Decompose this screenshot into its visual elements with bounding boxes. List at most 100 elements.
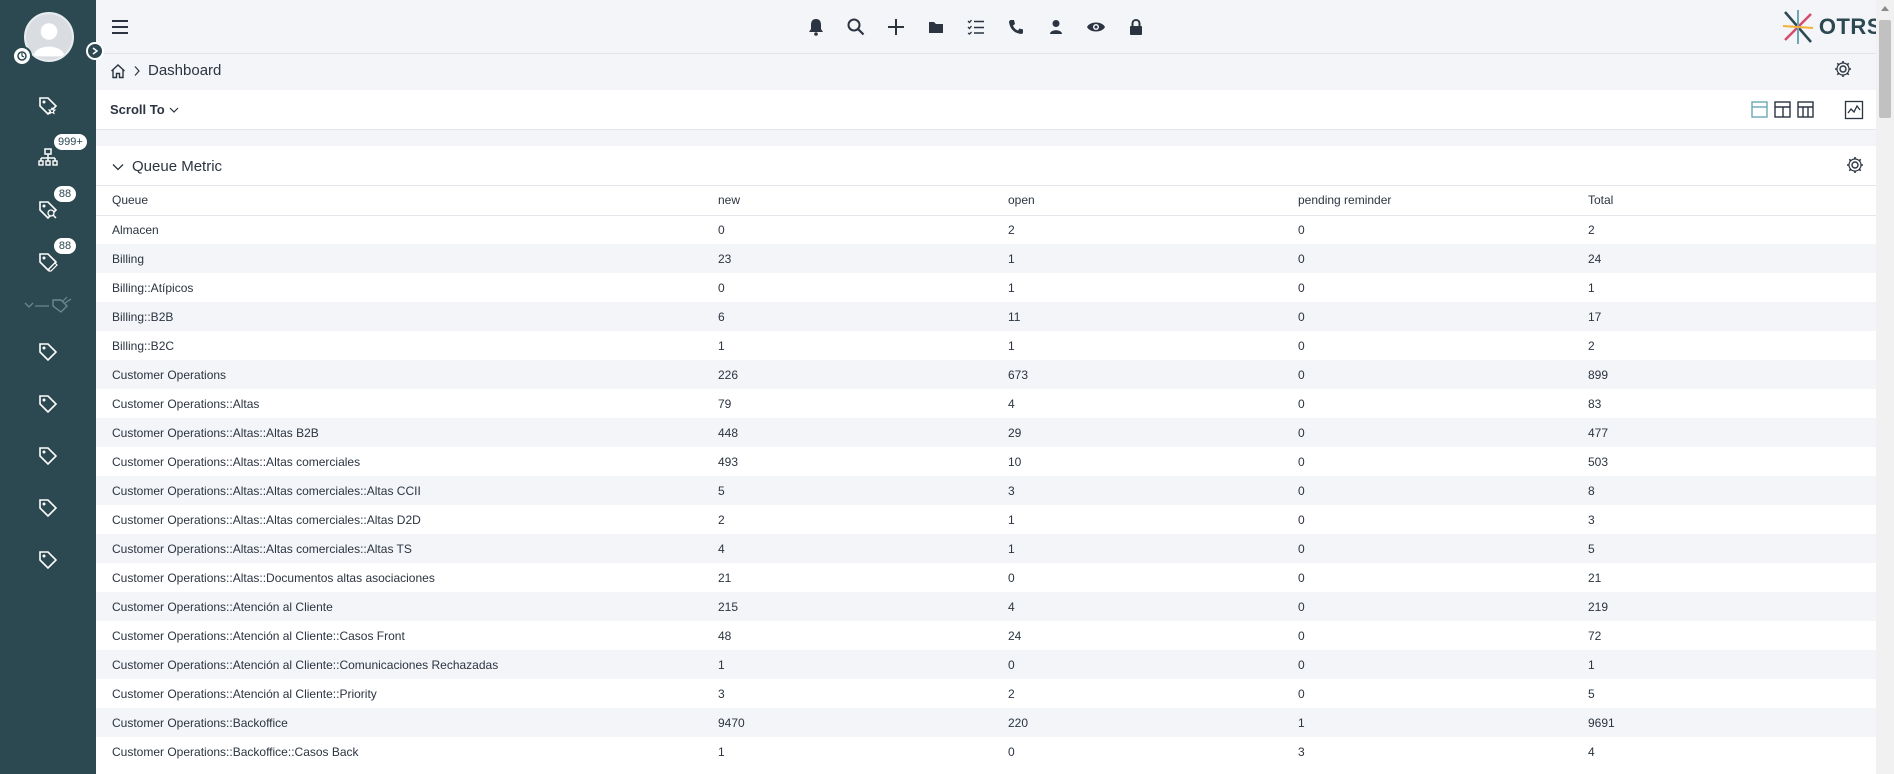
- scrollbar-thumb[interactable]: [1879, 20, 1891, 118]
- table-row[interactable]: Billing::Atípicos 0 1 0 1: [96, 273, 1876, 302]
- cell-open[interactable]: 10: [992, 447, 1282, 476]
- table-row[interactable]: Almacen 0 2 0 2: [96, 215, 1876, 244]
- cell-queue[interactable]: Customer Operations::Altas::Documentos a…: [96, 563, 702, 592]
- cell-open[interactable]: 1: [992, 534, 1282, 563]
- cell-open[interactable]: 3: [992, 476, 1282, 505]
- cell-new[interactable]: 493: [702, 447, 992, 476]
- cell-total[interactable]: 24: [1572, 244, 1876, 273]
- cell-pending-reminder[interactable]: 0: [1282, 476, 1572, 505]
- cell-pending-reminder[interactable]: 0: [1282, 592, 1572, 621]
- cell-open[interactable]: 220: [992, 708, 1282, 737]
- cell-queue[interactable]: Customer Operations::Backoffice::Casos B…: [96, 737, 702, 766]
- column-header-pending-reminder[interactable]: pending reminder: [1282, 186, 1572, 216]
- layout-two-column-icon[interactable]: [1774, 101, 1791, 118]
- table-row[interactable]: Customer Operations::Altas::Altas B2B 448…: [96, 418, 1876, 447]
- cell-new[interactable]: 215: [702, 592, 992, 621]
- cell-queue[interactable]: Billing::B2C: [96, 331, 702, 360]
- table-row[interactable]: Customer Operations::Atención al Cliente…: [96, 650, 1876, 679]
- cell-queue[interactable]: Billing::Atípicos: [96, 273, 702, 302]
- cell-new[interactable]: 1: [702, 737, 992, 766]
- cell-queue[interactable]: Customer Operations::Altas::Altas comerc…: [96, 476, 702, 505]
- scroll-up-icon[interactable]: [1880, 4, 1890, 12]
- table-row[interactable]: Customer Operations::Altas::Altas comerc…: [96, 505, 1876, 534]
- layout-one-column-icon[interactable]: [1751, 101, 1768, 118]
- cell-new[interactable]: 226: [702, 360, 992, 389]
- cell-total[interactable]: 72: [1572, 621, 1876, 650]
- scroll-to-dropdown[interactable]: Scroll To: [110, 102, 179, 117]
- cell-total[interactable]: 477: [1572, 418, 1876, 447]
- table-row[interactable]: Customer Operations::Backoffice::Casos B…: [96, 737, 1876, 766]
- column-header-total[interactable]: Total: [1572, 186, 1876, 216]
- table-row[interactable]: Customer Operations::Atención al Cliente…: [96, 621, 1876, 650]
- cell-open[interactable]: 2: [992, 215, 1282, 244]
- sidebar-item-tag-3[interactable]: [28, 438, 68, 474]
- home-icon[interactable]: [110, 63, 126, 79]
- cell-open[interactable]: 1: [992, 505, 1282, 534]
- column-header-queue[interactable]: Queue: [96, 186, 702, 216]
- cell-total[interactable]: 219: [1572, 592, 1876, 621]
- cell-new[interactable]: 2: [702, 505, 992, 534]
- column-header-new[interactable]: new: [702, 186, 992, 216]
- cell-new[interactable]: 0: [702, 215, 992, 244]
- widget-collapse-toggle[interactable]: Queue Metric: [112, 158, 222, 175]
- cell-total[interactable]: 21: [1572, 563, 1876, 592]
- sidebar-item-search[interactable]: 88: [28, 186, 76, 228]
- sidebar-item-queues[interactable]: 999+: [28, 134, 87, 176]
- cell-new[interactable]: 79: [702, 389, 992, 418]
- cell-pending-reminder[interactable]: 0: [1282, 360, 1572, 389]
- cell-total[interactable]: 899: [1572, 360, 1876, 389]
- layout-three-column-icon[interactable]: [1797, 101, 1814, 118]
- table-row[interactable]: Customer Operations::Altas::Altas comerc…: [96, 476, 1876, 505]
- cell-pending-reminder[interactable]: 0: [1282, 563, 1572, 592]
- table-row[interactable]: Customer Operations 226 673 0 899: [96, 360, 1876, 389]
- cell-total[interactable]: 1: [1572, 650, 1876, 679]
- sidebar-item-tag-5[interactable]: [28, 542, 68, 578]
- cell-new[interactable]: 5: [702, 476, 992, 505]
- cell-open[interactable]: 1: [992, 273, 1282, 302]
- table-row[interactable]: Customer Operations::Altas 79 4 0 83: [96, 389, 1876, 418]
- cell-total[interactable]: 5: [1572, 534, 1876, 563]
- cell-new[interactable]: 0: [702, 273, 992, 302]
- menu-toggle-button[interactable]: [110, 17, 130, 37]
- sidebar-item-favorites[interactable]: [28, 88, 68, 124]
- cell-queue[interactable]: Customer Operations::Altas::Altas comerc…: [96, 505, 702, 534]
- cell-pending-reminder[interactable]: 0: [1282, 505, 1572, 534]
- cell-queue[interactable]: Almacen: [96, 215, 702, 244]
- expand-sidebar-button[interactable]: [86, 42, 104, 60]
- availability-icon[interactable]: [12, 46, 32, 66]
- cell-open[interactable]: 2: [992, 679, 1282, 708]
- cell-queue[interactable]: Customer Operations::Altas: [96, 389, 702, 418]
- customer-button[interactable]: [1046, 16, 1066, 38]
- cell-pending-reminder[interactable]: 0: [1282, 244, 1572, 273]
- cell-open[interactable]: 4: [992, 592, 1282, 621]
- sidebar-item-tag-2[interactable]: [28, 386, 68, 422]
- watch-button[interactable]: [1086, 16, 1106, 38]
- table-row[interactable]: Billing::B2B 6 11 0 17: [96, 302, 1876, 331]
- sidebar-item-tag-4[interactable]: [28, 490, 68, 526]
- cell-pending-reminder[interactable]: 0: [1282, 650, 1572, 679]
- table-row[interactable]: Customer Operations::Atención al Cliente…: [96, 592, 1876, 621]
- cell-total[interactable]: 3: [1572, 505, 1876, 534]
- cell-new[interactable]: 23: [702, 244, 992, 273]
- cell-total[interactable]: 4: [1572, 737, 1876, 766]
- cell-pending-reminder[interactable]: 0: [1282, 331, 1572, 360]
- cell-pending-reminder[interactable]: 0: [1282, 302, 1572, 331]
- cell-new[interactable]: 448: [702, 418, 992, 447]
- cell-total[interactable]: 8: [1572, 476, 1876, 505]
- cell-queue[interactable]: Customer Operations::Backoffice: [96, 708, 702, 737]
- cell-open[interactable]: 0: [992, 650, 1282, 679]
- folder-button[interactable]: [926, 16, 946, 38]
- table-row[interactable]: Customer Operations::Altas::Altas comerc…: [96, 447, 1876, 476]
- cell-new[interactable]: 3: [702, 679, 992, 708]
- cell-open[interactable]: 0: [992, 737, 1282, 766]
- cell-queue[interactable]: Customer Operations::Atención al Cliente: [96, 592, 702, 621]
- table-row[interactable]: Billing::B2C 1 1 0 2: [96, 331, 1876, 360]
- cell-open[interactable]: 4: [992, 389, 1282, 418]
- cell-pending-reminder[interactable]: 0: [1282, 679, 1572, 708]
- cell-new[interactable]: 1: [702, 331, 992, 360]
- dashboard-settings-button[interactable]: [1834, 60, 1852, 83]
- cell-pending-reminder[interactable]: 0: [1282, 418, 1572, 447]
- table-row[interactable]: Customer Operations::Atención al Cliente…: [96, 679, 1876, 708]
- cell-open[interactable]: 11: [992, 302, 1282, 331]
- cell-pending-reminder[interactable]: 0: [1282, 621, 1572, 650]
